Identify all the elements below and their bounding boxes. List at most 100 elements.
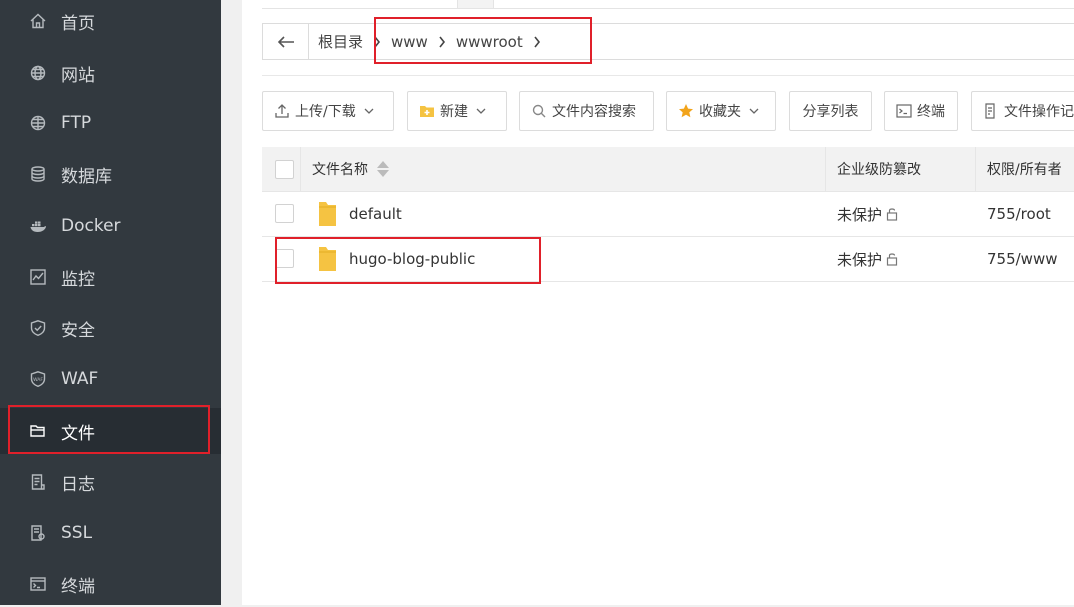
favorites-button[interactable]: 收藏夹 bbox=[666, 91, 776, 131]
tab-stub[interactable] bbox=[457, 0, 494, 8]
ftp-globe-icon bbox=[29, 114, 47, 132]
file-ops-log-button[interactable]: 文件操作记 bbox=[971, 91, 1074, 131]
sidebar-item-label: 数据库 bbox=[61, 166, 112, 187]
home-icon bbox=[29, 12, 47, 30]
permission-value[interactable]: 755/root bbox=[987, 205, 1051, 223]
row-checkbox[interactable] bbox=[275, 249, 294, 268]
tamper-cell[interactable]: 未保护 bbox=[837, 192, 899, 236]
breadcrumb-wwwroot[interactable]: wwwroot bbox=[452, 33, 527, 51]
file-name-cell[interactable]: hugo-blog-public bbox=[317, 237, 475, 281]
docker-icon bbox=[29, 217, 47, 235]
sidebar-item-label: 安全 bbox=[61, 320, 95, 341]
tamper-status[interactable]: 未保护 bbox=[837, 249, 882, 270]
sidebar-item-label: FTP bbox=[61, 113, 92, 133]
tamper-status[interactable]: 未保护 bbox=[837, 204, 882, 225]
sidebar-item-ftp[interactable]: FTP bbox=[0, 100, 221, 146]
shield-icon bbox=[29, 319, 47, 337]
row-checkbox[interactable] bbox=[275, 204, 294, 223]
sidebar-item-label: Docker bbox=[61, 216, 121, 236]
column-separator bbox=[300, 147, 301, 191]
upload-download-button[interactable]: 上传/下载 bbox=[262, 91, 394, 131]
column-header-name[interactable]: 文件名称 bbox=[312, 147, 389, 191]
sidebar-item-waf[interactable]: WAF WAF bbox=[0, 356, 221, 402]
monitor-chart-icon bbox=[29, 268, 47, 286]
sidebar-item-database[interactable]: 数据库 bbox=[0, 151, 221, 197]
share-list-button[interactable]: 分享列表 bbox=[789, 91, 872, 131]
sidebar-item-website[interactable]: 网站 bbox=[0, 50, 221, 96]
permission-value[interactable]: 755/www bbox=[987, 250, 1058, 268]
terminal-icon bbox=[29, 575, 47, 593]
new-label: 新建 bbox=[440, 104, 468, 120]
file-table-header: 文件名称 企业级防篡改 权限/所有者 bbox=[262, 147, 1074, 192]
sidebar-item-label: 首页 bbox=[61, 13, 95, 34]
permission-cell[interactable]: 755/www bbox=[987, 237, 1058, 281]
breadcrumb-www[interactable]: www bbox=[387, 33, 432, 51]
top-tab-strip bbox=[262, 0, 1074, 9]
sidebar-item-terminal[interactable]: 终端 bbox=[0, 561, 221, 607]
unlock-icon[interactable] bbox=[885, 252, 899, 266]
column-tamper-label: 企业级防篡改 bbox=[837, 162, 921, 178]
sidebar-item-security[interactable]: 安全 bbox=[0, 305, 221, 351]
permission-cell[interactable]: 755/root bbox=[987, 192, 1051, 236]
table-row[interactable]: default 未保护 755/root bbox=[262, 192, 1074, 237]
terminal-label: 终端 bbox=[917, 104, 945, 120]
chevron-right-icon bbox=[371, 35, 383, 49]
ssl-certificate-icon bbox=[29, 524, 47, 542]
column-header-tamper: 企业级防篡改 bbox=[837, 147, 921, 191]
chevron-down-icon bbox=[749, 108, 759, 114]
terminal-button[interactable]: 终端 bbox=[884, 91, 958, 131]
search-icon bbox=[531, 103, 547, 119]
star-icon bbox=[678, 103, 694, 119]
sidebar-item-files[interactable]: 文件 bbox=[0, 408, 221, 454]
new-button[interactable]: 新建 bbox=[407, 91, 507, 131]
favorites-label: 收藏夹 bbox=[699, 104, 741, 120]
sidebar-item-docker[interactable]: Docker bbox=[0, 203, 221, 249]
column-name-label: 文件名称 bbox=[312, 162, 368, 178]
sidebar-item-label: SSL bbox=[61, 523, 93, 543]
chevron-right-icon[interactable] bbox=[531, 35, 543, 49]
sidebar-item-monitor[interactable]: 监控 bbox=[0, 254, 221, 300]
breadcrumb-root[interactable]: 根目录 bbox=[309, 31, 367, 52]
file-ops-label: 文件操作记 bbox=[1004, 104, 1074, 120]
sidebar-item-ssl[interactable]: SSL bbox=[0, 510, 221, 556]
database-icon bbox=[29, 165, 47, 183]
sidebar-item-label: 文件 bbox=[61, 423, 95, 444]
sidebar-item-label: 终端 bbox=[61, 576, 95, 597]
log-file-icon bbox=[29, 473, 47, 491]
upload-icon bbox=[274, 103, 290, 119]
column-header-permission: 权限/所有者 bbox=[987, 147, 1062, 191]
svg-text:WAF: WAF bbox=[33, 377, 43, 383]
globe-icon bbox=[29, 64, 47, 82]
column-separator bbox=[825, 147, 826, 191]
back-button[interactable] bbox=[263, 24, 309, 59]
sidebar-item-label: WAF bbox=[61, 369, 99, 389]
file-name[interactable]: hugo-blog-public bbox=[349, 250, 475, 268]
file-name-cell[interactable]: default bbox=[317, 192, 402, 236]
path-bar: 根目录 www wwwroot bbox=[262, 23, 1074, 60]
file-name[interactable]: default bbox=[349, 205, 402, 223]
column-separator bbox=[975, 147, 976, 191]
select-all-checkbox[interactable] bbox=[275, 160, 294, 179]
sidebar-item-home[interactable]: 首页 bbox=[0, 0, 221, 44]
terminal-icon bbox=[896, 103, 912, 119]
chevron-right-icon bbox=[436, 35, 448, 49]
content-search-button[interactable]: 文件内容搜索 bbox=[519, 91, 654, 131]
sidebar-item-logs[interactable]: 日志 bbox=[0, 459, 221, 505]
upload-download-label: 上传/下载 bbox=[295, 104, 356, 120]
sidebar-item-label: 网站 bbox=[61, 65, 95, 86]
arrow-left-icon bbox=[277, 35, 294, 48]
share-list-label: 分享列表 bbox=[802, 104, 859, 120]
folder-icon bbox=[319, 202, 336, 226]
sidebar: 首页 网站 FTP 数据库 Docker 监控 安全 WAF WAF 文件 日志… bbox=[0, 0, 221, 605]
file-manager-panel: 根目录 www wwwroot 上传/下载 新建 文件内容搜索 收藏夹 分享列表… bbox=[242, 0, 1074, 605]
chevron-down-icon bbox=[476, 108, 486, 114]
divider bbox=[262, 75, 1074, 76]
unlock-icon[interactable] bbox=[885, 207, 899, 221]
chevron-down-icon bbox=[364, 108, 374, 114]
tamper-cell[interactable]: 未保护 bbox=[837, 237, 899, 281]
table-row[interactable]: hugo-blog-public 未保护 755/www bbox=[262, 237, 1074, 282]
content-search-label: 文件内容搜索 bbox=[552, 104, 636, 120]
folder-open-icon bbox=[29, 422, 47, 440]
folder-icon bbox=[319, 247, 336, 271]
sort-icon[interactable] bbox=[377, 161, 389, 177]
